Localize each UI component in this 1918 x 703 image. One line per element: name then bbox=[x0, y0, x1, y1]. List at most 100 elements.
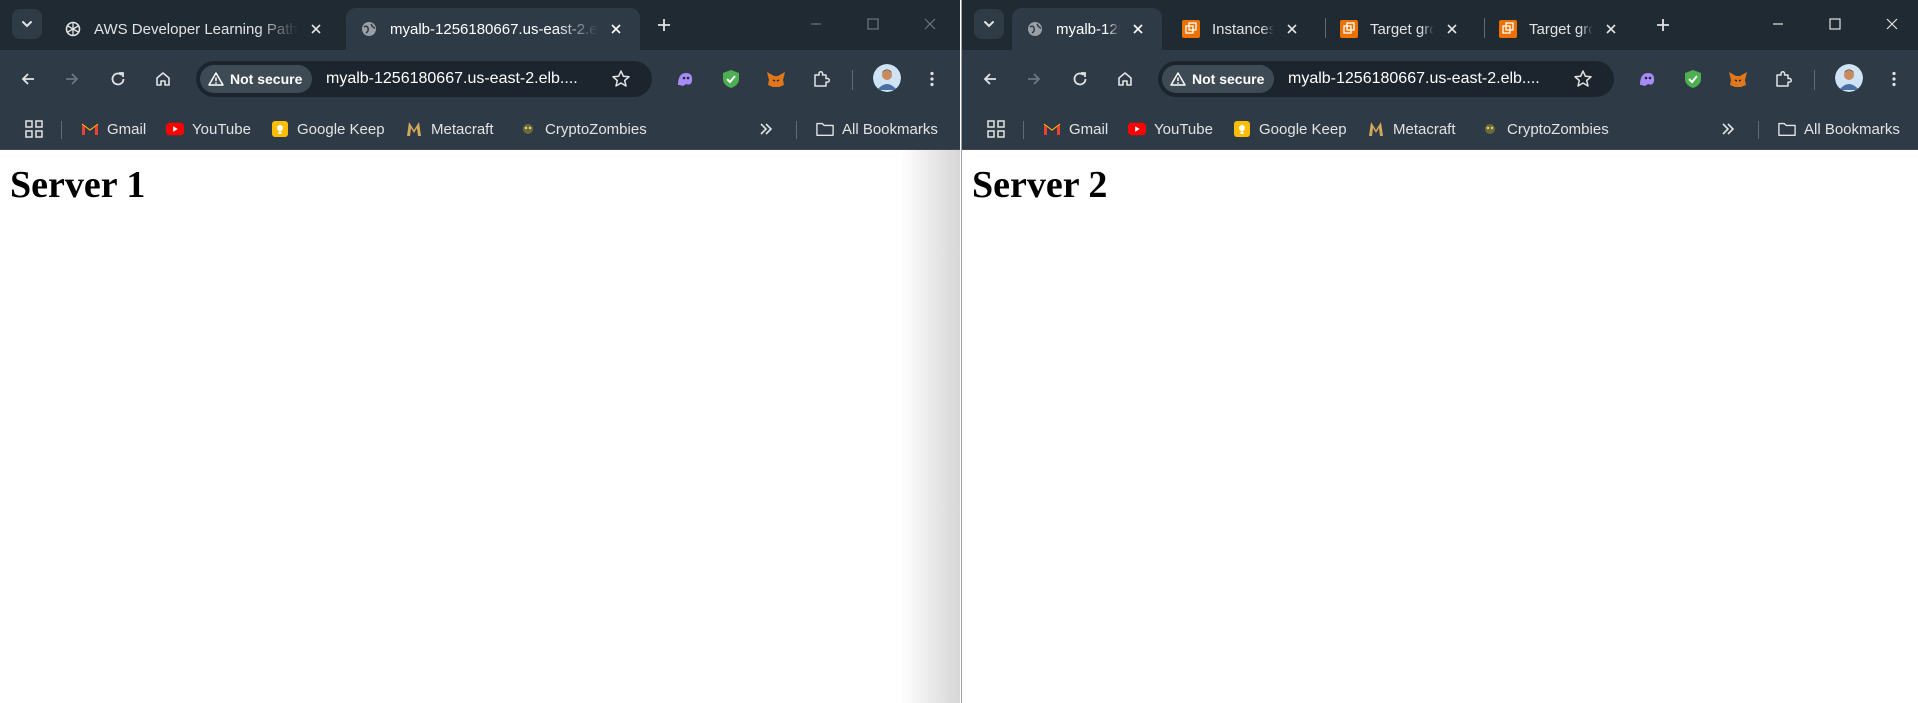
shield-icon bbox=[723, 70, 739, 88]
shield-icon bbox=[1685, 70, 1701, 88]
avatar[interactable] bbox=[873, 64, 901, 92]
gmail-icon bbox=[1043, 120, 1061, 138]
bookmark-youtube[interactable]: YouTube bbox=[166, 117, 251, 141]
extensions-button[interactable] bbox=[1768, 64, 1798, 94]
tab-target-groups-1[interactable]: Target groups | EC2 bbox=[1326, 8, 1476, 50]
back-button[interactable] bbox=[13, 64, 43, 94]
chevron-down-icon bbox=[984, 21, 994, 28]
kebab-menu-icon bbox=[930, 71, 934, 87]
close-icon[interactable] bbox=[1282, 19, 1302, 39]
bookmark-label: CryptoZombies bbox=[545, 120, 647, 138]
home-icon bbox=[156, 72, 170, 86]
more-bookmarks-button[interactable] bbox=[756, 119, 776, 139]
bookmark-gmail[interactable]: Gmail bbox=[81, 117, 146, 141]
extensions-button[interactable] bbox=[806, 64, 836, 94]
gmail-icon bbox=[81, 120, 99, 138]
tab-search-button[interactable] bbox=[974, 9, 1004, 39]
extension-ghost-button[interactable] bbox=[670, 64, 700, 94]
bookmark-label: All Bookmarks bbox=[842, 120, 938, 138]
new-tab-button[interactable] bbox=[1650, 12, 1676, 38]
close-icon[interactable] bbox=[1601, 19, 1621, 39]
close-icon[interactable] bbox=[1442, 19, 1462, 39]
all-bookmarks-button[interactable]: All Bookmarks bbox=[1778, 117, 1900, 141]
bookmark-label: Gmail bbox=[1069, 120, 1109, 138]
close-icon[interactable] bbox=[1128, 19, 1148, 39]
tab-myalb-active[interactable]: myalb-1256180667.us-east-2.elb.amazonaws… bbox=[1012, 8, 1162, 50]
bookmark-google-keep[interactable]: Google Keep bbox=[1233, 117, 1347, 141]
maximize-icon bbox=[1829, 18, 1841, 30]
all-bookmarks-button[interactable]: All Bookmarks bbox=[816, 117, 938, 141]
extension-metamask-button[interactable] bbox=[1723, 64, 1753, 94]
globe-icon bbox=[360, 20, 378, 38]
fox-icon bbox=[1729, 72, 1747, 87]
globe-icon bbox=[1026, 20, 1044, 38]
bookmark-star-button[interactable] bbox=[1568, 64, 1598, 94]
address-bar[interactable]: Not secure myalb-1256180667.us-east-2.el… bbox=[1158, 61, 1614, 97]
bookmark-youtube[interactable]: YouTube bbox=[1128, 117, 1213, 141]
aws-ec2-icon bbox=[1499, 20, 1517, 38]
bookmark-cryptozombies[interactable]: CryptoZombies bbox=[519, 117, 647, 141]
bookmark-metacraft[interactable]: Metacraft bbox=[405, 117, 494, 141]
extension-shield-button[interactable] bbox=[716, 64, 746, 94]
tab-aws-learning-path[interactable]: AWS Developer Learning Path bbox=[50, 8, 340, 50]
menu-button[interactable] bbox=[917, 64, 947, 94]
back-button[interactable] bbox=[975, 64, 1005, 94]
apps-grid-icon[interactable] bbox=[986, 119, 1006, 139]
bookmark-google-keep[interactable]: Google Keep bbox=[271, 117, 385, 141]
forward-button[interactable] bbox=[57, 64, 87, 94]
tab-ec2-instances[interactable]: Instances | EC2 bbox=[1168, 8, 1316, 50]
extension-metamask-button[interactable] bbox=[761, 64, 791, 94]
tab-myalb-active[interactable]: myalb-1256180667.us-east-2.elb.amazonaws… bbox=[346, 8, 640, 50]
maximize-icon bbox=[867, 18, 879, 30]
reload-button[interactable] bbox=[103, 64, 133, 94]
chevron-double-right-icon bbox=[1722, 123, 1735, 135]
plus-icon bbox=[658, 19, 670, 31]
bookmark-metacraft[interactable]: Metacraft bbox=[1367, 117, 1456, 141]
minimize-icon bbox=[1773, 23, 1783, 25]
chevron-down-icon bbox=[22, 21, 32, 28]
bookmark-cryptozombies[interactable]: CryptoZombies bbox=[1481, 117, 1609, 141]
minimize-button[interactable] bbox=[1760, 10, 1796, 38]
star-icon bbox=[612, 70, 630, 87]
tab-search-button[interactable] bbox=[12, 9, 42, 39]
new-tab-button[interactable] bbox=[651, 12, 677, 38]
extension-shield-button[interactable] bbox=[1678, 64, 1708, 94]
bookmark-label: All Bookmarks bbox=[1804, 120, 1900, 138]
home-button[interactable] bbox=[1110, 64, 1140, 94]
home-button[interactable] bbox=[148, 64, 178, 94]
star-icon bbox=[1574, 70, 1592, 87]
maximize-button[interactable] bbox=[1817, 10, 1853, 38]
bookmark-label: CryptoZombies bbox=[1507, 120, 1609, 138]
menu-button[interactable] bbox=[1879, 64, 1909, 94]
avatar[interactable] bbox=[1835, 64, 1863, 92]
window-close-button[interactable] bbox=[1874, 10, 1910, 38]
reload-button[interactable] bbox=[1065, 64, 1095, 94]
security-chip[interactable]: Not secure bbox=[1162, 65, 1275, 93]
tab-strip: AWS Developer Learning Path myalb-125618… bbox=[0, 0, 960, 50]
apps-grid-icon[interactable] bbox=[24, 119, 44, 139]
bookmark-star-button[interactable] bbox=[606, 64, 636, 94]
arrow-left-icon bbox=[21, 73, 34, 85]
forward-button[interactable] bbox=[1019, 64, 1049, 94]
bookmarks-bar: Gmail YouTube Google Keep Metacraft Cryp… bbox=[0, 108, 960, 150]
minimize-button[interactable] bbox=[798, 10, 834, 38]
tab-target-groups-2[interactable]: Target groups | EC2 bbox=[1485, 8, 1635, 50]
more-bookmarks-button[interactable] bbox=[1718, 119, 1738, 139]
close-icon[interactable] bbox=[606, 19, 626, 39]
bookmark-gmail[interactable]: Gmail bbox=[1043, 117, 1108, 141]
puzzle-icon bbox=[1776, 70, 1793, 87]
window-close-button[interactable] bbox=[912, 10, 948, 38]
minimize-icon bbox=[811, 23, 821, 25]
folder-icon bbox=[816, 120, 834, 138]
security-chip[interactable]: Not secure bbox=[200, 65, 313, 93]
close-icon bbox=[1886, 18, 1898, 30]
address-bar[interactable]: Not secure myalb-1256180667.us-east-2.el… bbox=[196, 61, 652, 97]
close-icon[interactable] bbox=[306, 19, 326, 39]
maximize-button[interactable] bbox=[855, 10, 891, 38]
security-label: Not secure bbox=[1192, 71, 1265, 87]
keep-icon bbox=[1233, 120, 1251, 138]
cryptozombies-icon bbox=[1481, 120, 1499, 138]
reload-icon bbox=[1073, 72, 1087, 86]
chevron-double-right-icon bbox=[760, 123, 773, 135]
extension-ghost-button[interactable] bbox=[1632, 64, 1662, 94]
